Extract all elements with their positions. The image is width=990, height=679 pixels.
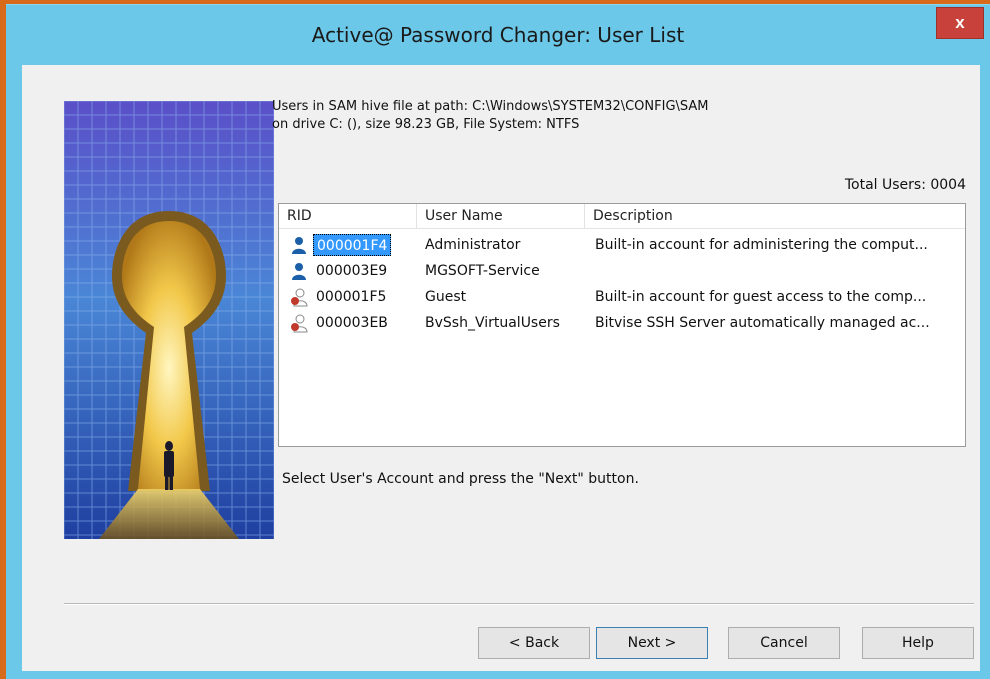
table-row[interactable]: 000003EB BvSsh_VirtualUsers Bitvise SSH … bbox=[279, 310, 965, 336]
rid-cell: 000003E9 bbox=[289, 258, 419, 284]
user-list[interactable]: RID User Name Description 000001F4 Admin… bbox=[278, 203, 966, 447]
list-header: RID User Name Description bbox=[279, 204, 965, 229]
rid-cell: 000001F5 bbox=[289, 284, 419, 310]
table-row[interactable]: 000001F4 Administrator Built-in account … bbox=[279, 232, 965, 258]
rid-value: 000003EB bbox=[316, 315, 388, 331]
title-bar[interactable]: Active@ Password Changer: User List x bbox=[6, 5, 990, 61]
cancel-button[interactable]: Cancel bbox=[728, 627, 840, 659]
total-users-label: Total Users: 0004 bbox=[844, 177, 966, 193]
description-cell bbox=[595, 258, 959, 284]
sam-info-text: Users in SAM hive file at path: C:\Windo… bbox=[272, 98, 709, 134]
help-button[interactable]: Help bbox=[862, 627, 974, 659]
column-header-rid[interactable]: RID bbox=[279, 204, 417, 228]
keyhole-banner-image bbox=[64, 101, 274, 539]
user-name-cell: MGSOFT-Service bbox=[425, 263, 540, 279]
dialog-client-area: Users in SAM hive file at path: C:\Windo… bbox=[22, 65, 980, 671]
user-name-cell: Administrator bbox=[425, 237, 521, 253]
description-cell: Built-in account for guest access to the… bbox=[595, 289, 927, 305]
instruction-text: Select User's Account and press the "Nex… bbox=[282, 471, 639, 487]
column-header-user-name[interactable]: User Name bbox=[417, 204, 585, 228]
table-row[interactable]: 000001F5 Guest Built-in account for gues… bbox=[279, 284, 965, 310]
user-disabled-icon bbox=[291, 288, 308, 307]
table-row[interactable]: 000003E9 MGSOFT-Service bbox=[279, 258, 965, 284]
user-active-icon bbox=[292, 263, 306, 280]
rid-value: 000003E9 bbox=[316, 263, 388, 279]
close-button[interactable]: x bbox=[936, 7, 984, 39]
footer-separator bbox=[64, 603, 974, 605]
dialog-window: Active@ Password Changer: User List x Us… bbox=[6, 4, 990, 679]
column-header-description[interactable]: Description bbox=[585, 204, 965, 228]
rid-cell: 000003EB bbox=[289, 310, 419, 336]
sam-path-label: Users in SAM hive file at path: C:\Windo… bbox=[272, 99, 709, 114]
rid-value: 000001F5 bbox=[316, 289, 387, 305]
user-name-cell: Guest bbox=[425, 289, 467, 305]
user-active-icon bbox=[292, 237, 306, 254]
description-cell: Built-in account for administering the c… bbox=[595, 237, 928, 253]
rid-cell: 000001F4 bbox=[289, 232, 419, 258]
window-title: Active@ Password Changer: User List bbox=[311, 23, 685, 47]
user-disabled-icon bbox=[291, 314, 308, 333]
back-button[interactable]: < Back bbox=[478, 627, 590, 659]
next-button[interactable]: Next > bbox=[596, 627, 708, 659]
drive-info-label: on drive C: (), size 98.23 GB, File Syst… bbox=[272, 117, 580, 132]
description-cell: Bitvise SSH Server automatically managed… bbox=[595, 315, 930, 331]
user-name-cell: BvSsh_VirtualUsers bbox=[425, 315, 560, 331]
rid-value: 000001F4 bbox=[313, 234, 392, 256]
